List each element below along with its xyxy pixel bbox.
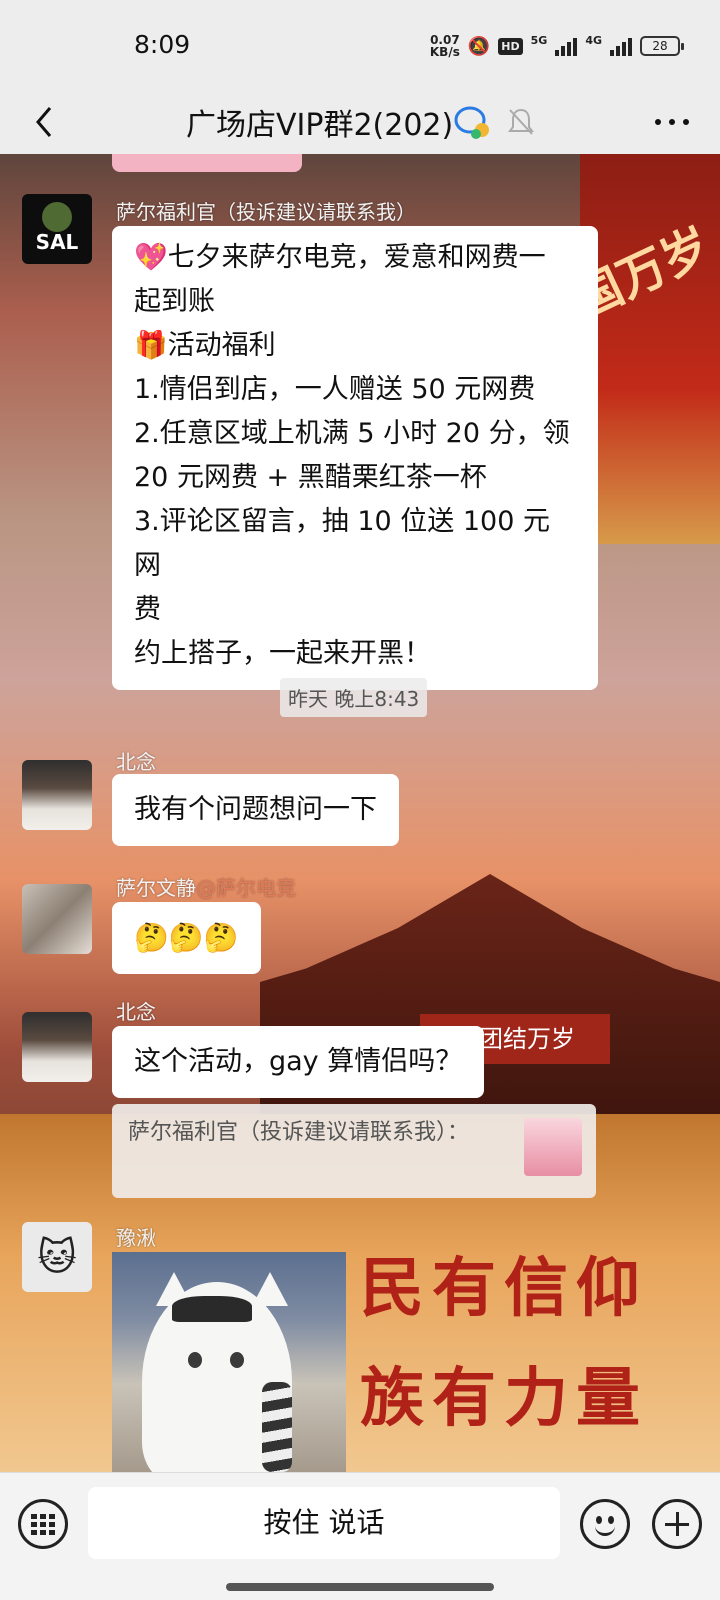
sender-name: 萨尔福利官（投诉建议请联系我） <box>116 200 416 224</box>
hold-to-talk-button[interactable]: 按住 说话 <box>88 1487 560 1559</box>
message-bubble[interactable]: 我有个问题想问一下 <box>112 774 399 846</box>
sender-name: 北念 <box>116 750 156 774</box>
home-indicator[interactable] <box>226 1583 494 1591</box>
emoji-icon[interactable] <box>580 1499 630 1549</box>
avatar[interactable] <box>22 760 92 830</box>
title-bar: 广场店VIP群2(202) <box>0 90 720 154</box>
signal-4g-label: 4G <box>585 34 602 47</box>
hd-badge: HD <box>498 37 523 55</box>
quoted-reply-card[interactable]: 萨尔福利官（投诉建议请联系我）： <box>112 1104 596 1198</box>
keyboard-icon[interactable] <box>18 1499 68 1549</box>
sender-mention-tag: @萨尔电竞 <box>196 876 296 900</box>
more-icon[interactable] <box>652 104 692 140</box>
battery-icon: 28 <box>640 36 684 56</box>
quoted-reply-text: 萨尔福利官（投诉建议请联系我）： <box>128 1120 470 1145</box>
input-bar: 按住 说话 <box>0 1472 720 1600</box>
message-bubble[interactable]: 🤔🤔🤔 <box>112 902 261 974</box>
cat-eye <box>188 1352 202 1368</box>
status-icons: 0.07 KB/s 🔕 HD 5G 4G 28 <box>429 33 684 59</box>
message-bubble[interactable]: 这个活动，gay 算情侣吗？ <box>112 1026 485 1098</box>
avatar[interactable] <box>22 884 92 954</box>
cat-stripe <box>262 1382 292 1472</box>
group-icon[interactable] <box>454 104 492 140</box>
chat-area[interactable]: 国万岁 大团结万岁 民有信仰 族有力量 SAL 萨尔福利官（投诉建议请联系我） … <box>0 154 720 1472</box>
time-separator: 昨天 晚上8:43 <box>280 678 428 717</box>
signal-icon <box>555 36 578 56</box>
status-time: 8:09 <box>134 30 191 59</box>
sender-name: 豫湫 <box>116 1226 156 1250</box>
background-decoration <box>112 154 302 172</box>
sender-name: 北念 <box>116 1000 156 1024</box>
cat-patch <box>172 1296 252 1322</box>
avatar[interactable]: 🐱 <box>22 1222 92 1292</box>
avatar[interactable] <box>22 1012 92 1082</box>
mute-icon <box>508 108 534 135</box>
background-slogan: 民有信仰 族有力量 <box>360 1252 648 1436</box>
chat-title[interactable]: 广场店VIP群2(202) <box>186 100 453 144</box>
signal-icon <box>610 36 632 56</box>
avatar[interactable]: SAL <box>22 194 92 264</box>
status-bar: 8:09 0.07 KB/s 🔕 HD 5G 4G 28 <box>0 0 720 90</box>
cat-ear <box>252 1272 288 1306</box>
message-bubble[interactable]: 💖七夕来萨尔电竞，爱意和网费一 起到账 🎁活动福利 1.情侣到店，一人赠送 50… <box>112 226 598 690</box>
cat-photo-message[interactable] <box>112 1252 346 1472</box>
signal-5g-label: 5G <box>530 34 548 47</box>
cat-eye <box>230 1352 244 1368</box>
network-speed: 0.07 KB/s <box>429 33 460 59</box>
background-gate <box>580 154 720 544</box>
sender-name: 萨尔文静@萨尔电竞 <box>116 876 296 900</box>
back-icon[interactable] <box>28 102 64 142</box>
vibrate-off-icon: 🔕 <box>467 35 491 57</box>
quoted-reply-thumbnail[interactable] <box>524 1118 582 1176</box>
plus-icon[interactable] <box>652 1499 702 1549</box>
